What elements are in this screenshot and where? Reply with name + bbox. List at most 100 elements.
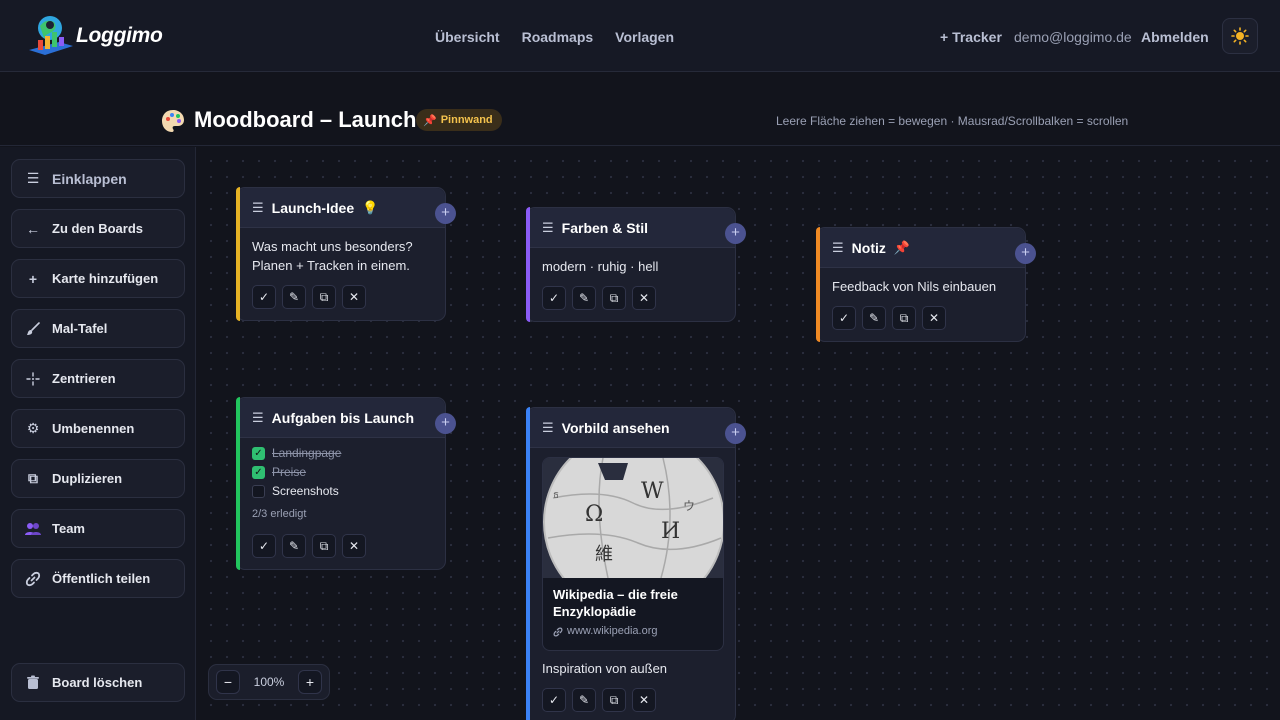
zoom-in-button[interactable]: +	[297, 670, 322, 694]
card-text: Was macht uns besonders?	[252, 239, 413, 254]
close-icon: ✕	[638, 291, 650, 305]
pencil-icon: ✎	[578, 693, 590, 707]
connect-button[interactable]: +	[1015, 243, 1036, 264]
delete-board-button[interactable]: Board löschen	[11, 663, 185, 702]
sidebar-collapse-label: Einklappen	[52, 170, 127, 187]
todo-label: Preise	[272, 465, 307, 479]
connect-button[interactable]: +	[435, 413, 456, 434]
logout-link[interactable]: Abmelden	[1141, 29, 1209, 45]
drag-handle-icon[interactable]: ☰	[832, 240, 844, 256]
duplicate-button[interactable]: ⧉	[892, 306, 916, 330]
edit-button[interactable]: ✎	[862, 306, 886, 330]
check-button[interactable]: ✓	[252, 285, 276, 309]
drag-handle-icon[interactable]: ☰	[542, 220, 554, 236]
sidebar-item-label: Zu den Boards	[52, 221, 144, 236]
card-launch-idea[interactable]: ☰ Launch-Idee 💡 + Was macht uns besonder…	[236, 187, 456, 321]
sidebar-item-label: Öffentlich teilen	[52, 571, 151, 586]
edit-button[interactable]: ✎	[572, 286, 596, 310]
close-icon: ✕	[638, 693, 650, 707]
connect-button[interactable]: +	[435, 203, 456, 224]
connect-button[interactable]: +	[725, 223, 746, 244]
add-tracker-link[interactable]: + Tracker	[940, 29, 1002, 45]
drag-handle-icon[interactable]: ☰	[252, 410, 264, 426]
delete-button[interactable]: ✕	[632, 286, 656, 310]
card-body: Was macht uns besonders? Planen + Tracke…	[237, 228, 445, 275]
check-button[interactable]: ✓	[542, 286, 566, 310]
sidebar-item-back-to-boards[interactable]: ← Zu den Boards	[11, 209, 185, 248]
todo-item[interactable]: Screenshots	[252, 482, 430, 501]
todo-item[interactable]: ✓ Preise	[252, 463, 430, 482]
copy-icon: ⧉	[319, 538, 329, 553]
card-header[interactable]: ☰ Vorbild ansehen	[527, 408, 735, 448]
delete-board-label: Board löschen	[52, 675, 143, 690]
delete-button[interactable]: ✕	[342, 534, 366, 558]
task-progress: 2/3 erledigt	[252, 508, 307, 520]
card-body: modern · ruhig · hell	[527, 248, 735, 276]
logo-icon	[29, 16, 73, 55]
app-logo[interactable]: Loggimo	[26, 10, 166, 60]
sidebar-item-duplicate[interactable]: ⧉ Duplizieren	[11, 459, 185, 498]
card-title: Vorbild ansehen	[561, 419, 670, 436]
link-preview[interactable]: Ω W И 維 ウ ธ Wikipedia – die freie Enzykl…	[542, 457, 724, 651]
check-icon: ✓	[258, 539, 270, 553]
checkbox-checked[interactable]: ✓	[252, 447, 265, 460]
edit-button[interactable]: ✎	[572, 688, 596, 712]
sidebar-item-add-card[interactable]: + Karte hinzufügen	[11, 259, 185, 298]
menu-icon: ☰	[26, 170, 40, 186]
card-header[interactable]: ☰ Farben & Stil	[527, 208, 735, 248]
check-button[interactable]: ✓	[832, 306, 856, 330]
copy-icon: ⧉	[319, 289, 329, 304]
sidebar-item-center[interactable]: Zentrieren	[11, 359, 185, 398]
sidebar-collapse-button[interactable]: ☰ Einklappen	[11, 159, 185, 198]
todo-label: Landingpage	[272, 446, 342, 460]
card-accent	[526, 407, 530, 720]
nav-roadmaps[interactable]: Roadmaps	[522, 29, 594, 45]
close-icon: ✕	[348, 539, 360, 553]
card-title: Farben & Stil	[561, 219, 649, 236]
duplicate-button[interactable]: ⧉	[602, 688, 626, 712]
nav-templates[interactable]: Vorlagen	[615, 29, 674, 45]
check-button[interactable]: ✓	[252, 534, 276, 558]
todo-item[interactable]: ✓ Landingpage	[252, 444, 430, 463]
duplicate-button[interactable]: ⧉	[312, 534, 336, 558]
drag-handle-icon[interactable]: ☰	[542, 420, 554, 436]
pin-icon: 📌	[423, 114, 437, 127]
sidebar-item-share-public[interactable]: Öffentlich teilen	[11, 559, 185, 598]
drag-handle-icon[interactable]: ☰	[252, 200, 264, 216]
nav-overview[interactable]: Übersicht	[435, 29, 500, 45]
minus-icon: −	[223, 674, 233, 690]
connect-button[interactable]: +	[725, 423, 746, 444]
link-icon	[24, 570, 42, 588]
zoom-out-button[interactable]: −	[216, 670, 240, 694]
sidebar-item-team[interactable]: Team	[11, 509, 185, 548]
delete-button[interactable]: ✕	[342, 285, 366, 309]
sidebar-item-drawing-board[interactable]: Mal-Tafel	[11, 309, 185, 348]
card-colors-style[interactable]: ☰ Farben & Stil + modern · ruhig · hell …	[526, 207, 746, 322]
card-accent	[236, 187, 240, 321]
theme-toggle-button[interactable]	[1222, 18, 1258, 54]
main-nav: Übersicht Roadmaps Vorlagen	[435, 29, 674, 45]
duplicate-button[interactable]: ⧉	[602, 286, 626, 310]
card-header[interactable]: ☰ Aufgaben bis Launch	[237, 398, 445, 438]
close-icon: ✕	[928, 311, 940, 325]
delete-button[interactable]: ✕	[632, 688, 656, 712]
card-header[interactable]: ☰ Notiz 📌	[817, 228, 1025, 268]
card-reference[interactable]: ☰ Vorbild ansehen + Ω W И 維 ウ ธ Wikipedi…	[526, 407, 746, 720]
checkbox-checked[interactable]: ✓	[252, 466, 265, 479]
board-title: Moodboard – Launch	[194, 107, 417, 132]
sidebar-item-rename[interactable]: ⚙ Umbenennen	[11, 409, 185, 448]
edit-button[interactable]: ✎	[282, 534, 306, 558]
card-header[interactable]: ☰ Launch-Idee 💡	[237, 188, 445, 228]
delete-button[interactable]: ✕	[922, 306, 946, 330]
svg-text:ธ: ธ	[553, 490, 559, 501]
sidebar-item-label: Karte hinzufügen	[52, 271, 159, 286]
plus-icon: +	[28, 270, 38, 287]
check-button[interactable]: ✓	[542, 688, 566, 712]
card-note[interactable]: ☰ Notiz 📌 + Feedback von Nils einbauen ✓…	[816, 227, 1036, 342]
board-canvas[interactable]: ☰ Launch-Idee 💡 + Was macht uns besonder…	[197, 147, 1280, 720]
card-launch-tasks[interactable]: ☰ Aufgaben bis Launch + ✓ Landingpage ✓ …	[236, 397, 456, 570]
card-text: Planen + Tracken in einem.	[252, 258, 410, 273]
checkbox-unchecked[interactable]	[252, 485, 265, 498]
duplicate-button[interactable]: ⧉	[312, 285, 336, 309]
edit-button[interactable]: ✎	[282, 285, 306, 309]
